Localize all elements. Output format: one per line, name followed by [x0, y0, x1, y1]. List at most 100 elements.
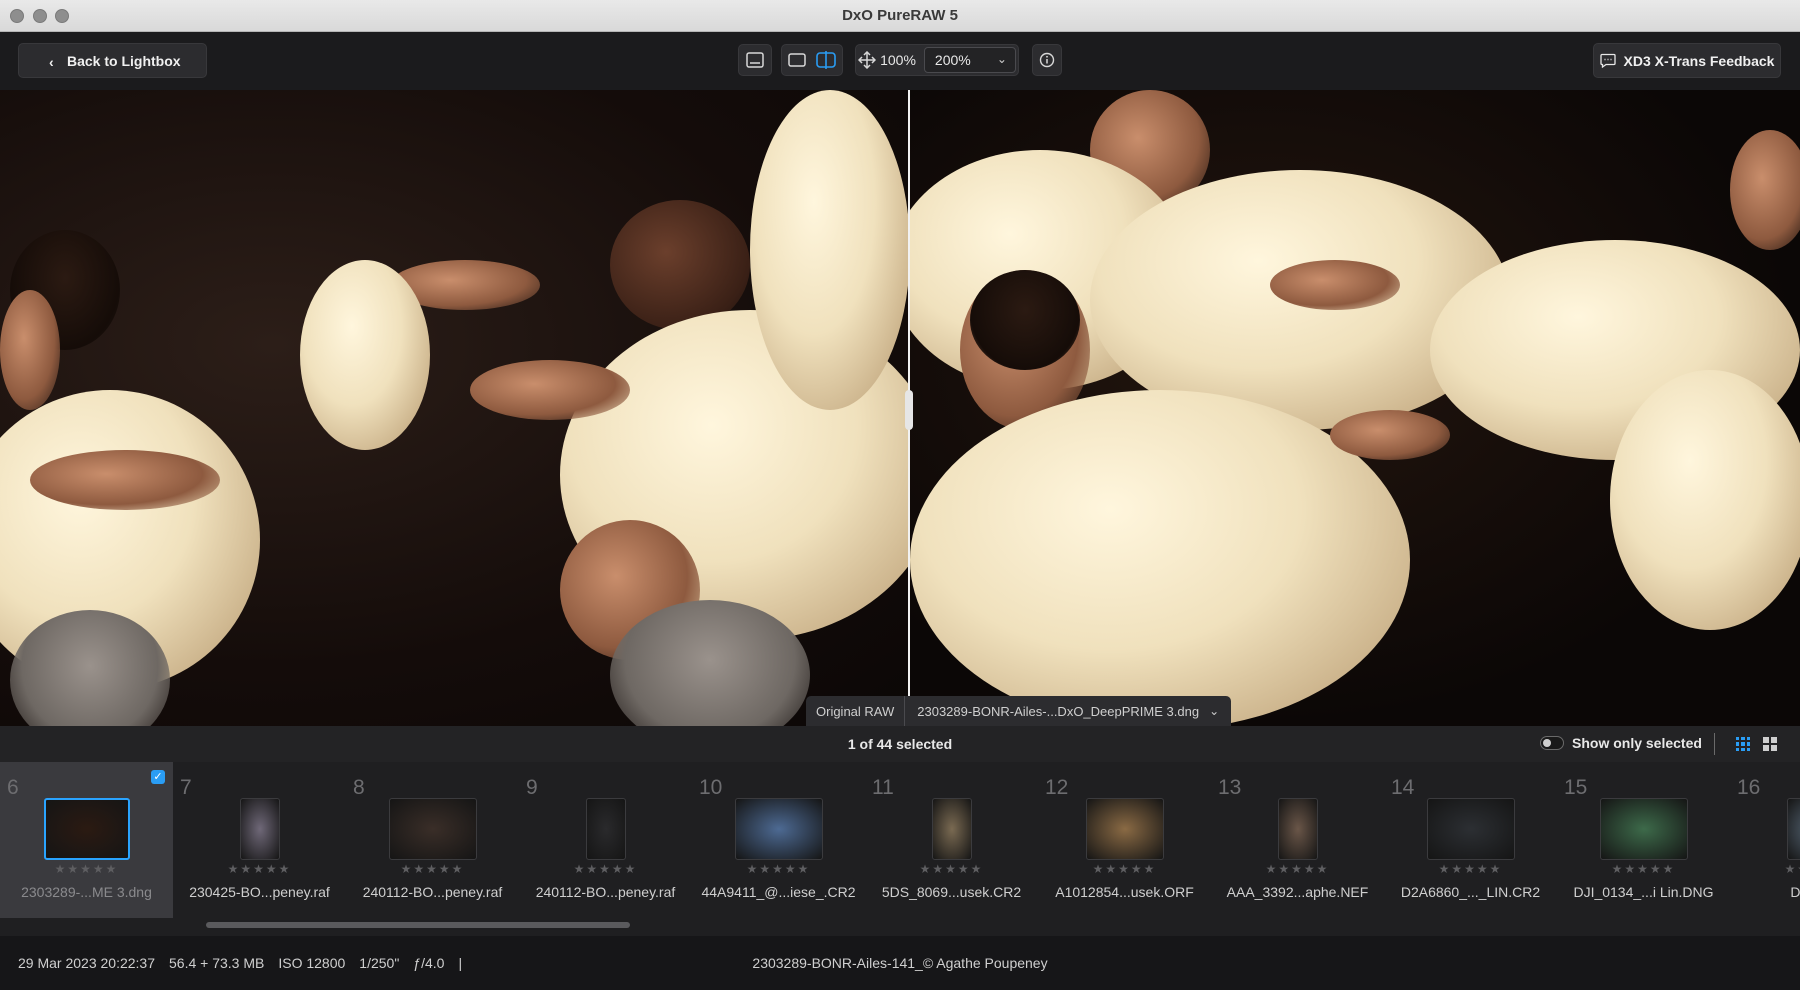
filmstrip-item[interactable]: 7 ★★★★★ 230425-BO...peney.raf [173, 762, 346, 918]
thumbnail[interactable] [239, 798, 280, 860]
chevron-left-icon: ‹ [49, 54, 54, 70]
split-view-icon[interactable] [816, 51, 836, 69]
toggle-switch[interactable] [1540, 736, 1564, 750]
thumbnail[interactable] [734, 798, 823, 860]
filmstrip-item[interactable]: 6 ✓ ★★★★★ 2303289-...ME 3.dng [0, 762, 173, 918]
filmstrip-item[interactable]: 8 ★★★★★ 240112-BO...peney.raf [346, 762, 519, 918]
thumbnail[interactable] [1599, 798, 1688, 860]
file-name: D2A6860_..._LIN.CR2 [1400, 884, 1541, 900]
split-divider-handle[interactable] [905, 390, 913, 430]
processed-file-select[interactable]: 2303289-BONR-Ailes-...DxO_DeepPRIME 3.dn… [905, 696, 1231, 726]
pan-move-icon[interactable] [858, 51, 877, 69]
item-index: 13 [1218, 776, 1242, 799]
feedback-label: XD3 X-Trans Feedback [1623, 52, 1775, 69]
thumbnail[interactable] [1786, 798, 1800, 860]
thumbnail[interactable] [931, 798, 972, 860]
star-rating[interactable]: ★★★★★ [692, 862, 865, 876]
panel-bottom-icon [746, 52, 764, 68]
zoom-level-select[interactable]: 200% ⌄ [923, 47, 1016, 73]
filmstrip-item[interactable]: 13 ★★★★★ AAA_3392...aphe.NEF [1211, 762, 1384, 918]
thumbnail[interactable] [1085, 798, 1164, 860]
small-grid-view-icon[interactable] [1736, 737, 1750, 751]
filmstrip-item[interactable]: 10 ★★★★★ 44A9411_@...iese_.CR2 [692, 762, 865, 918]
title-bar: DxO PureRAW 5 [0, 0, 1800, 32]
filmstrip-header: 1 of 44 selected Show only selected [0, 726, 1800, 762]
deepprime-preview [910, 90, 1800, 726]
filmstrip-item[interactable]: 16 ★★★★★ DJI_027 [1730, 762, 1800, 918]
status-bar: 29 Mar 2023 20:22:37 56.4 + 73.3 MB ISO … [0, 936, 1800, 990]
item-index: 7 [180, 776, 192, 799]
filmstrip-item[interactable]: 14 ★★★★★ D2A6860_..._LIN.CR2 [1384, 762, 1557, 918]
star-rating[interactable]: ★★★★★ [173, 862, 346, 876]
compare-bar: Original RAW 2303289-BONR-Ailes-...DxO_D… [806, 696, 1232, 726]
current-file-name: 2303289-BONR-Ailes-141_© Agathe Poupeney [752, 955, 1048, 971]
file-name: AAA_3392...aphe.NEF [1226, 884, 1369, 900]
file-name: DJI_027 [1790, 884, 1800, 900]
item-index: 8 [353, 776, 365, 799]
thumbnail[interactable] [585, 798, 626, 860]
thumbnail[interactable] [388, 798, 477, 860]
scrollbar-thumb[interactable] [206, 922, 630, 928]
divider [1714, 733, 1715, 755]
file-name: 240112-BO...peney.raf [535, 884, 676, 900]
filmstrip-item[interactable]: 12 ★★★★★ A1012854...usek.ORF [1038, 762, 1211, 918]
chevron-down-icon: ⌄ [996, 52, 1007, 66]
item-index: 10 [699, 776, 723, 799]
filmstrip: 6 ✓ ★★★★★ 2303289-...ME 3.dng 7 ★★★★★ 230425-B… [0, 762, 1800, 918]
item-index: 9 [526, 776, 538, 799]
thumbnail[interactable] [43, 798, 130, 860]
star-rating[interactable]: ★★★★★ [1384, 862, 1557, 876]
zoom-level-value: 200% [934, 52, 971, 68]
image-viewer[interactable]: Original RAW 2303289-BONR-Ailes-...DxO_D… [0, 90, 1800, 726]
single-view-icon[interactable] [788, 52, 806, 68]
original-raw-preview [0, 90, 908, 726]
filmstrip-item[interactable]: 11 ★★★★★ 5DS_8069...usek.CR2 [865, 762, 1038, 918]
thumbnail[interactable] [1277, 798, 1318, 860]
file-name: DJI_0134_...i Lin.DNG [1573, 884, 1714, 900]
item-index: 14 [1391, 776, 1415, 799]
show-only-selected-label: Show only selected [1572, 735, 1702, 751]
chat-bubble-icon [1599, 53, 1616, 68]
zoom-fit-button[interactable]: 100% [880, 52, 916, 68]
show-only-selected-toggle[interactable]: Show only selected [1540, 735, 1702, 751]
back-to-lightbox-label: Back to Lightbox [67, 52, 181, 69]
star-rating[interactable]: ★★★★★ [346, 862, 519, 876]
file-name: 240112-BO...peney.raf [362, 884, 503, 900]
star-rating[interactable]: ★★★★★ [1211, 862, 1384, 876]
star-rating[interactable]: ★★★★★ [1730, 862, 1800, 876]
item-index: 6 [7, 776, 19, 799]
info-button[interactable] [1032, 44, 1062, 76]
view-mode-group [781, 44, 843, 76]
item-index: 16 [1737, 776, 1761, 799]
feedback-button[interactable]: XD3 X-Trans Feedback [1593, 43, 1781, 78]
star-rating[interactable]: ★★★★★ [1038, 862, 1211, 876]
filmstrip-item[interactable]: 15 ★★★★★ DJI_0134_...i Lin.DNG [1557, 762, 1730, 918]
processed-file-name: 2303289-BONR-Ailes-...DxO_DeepPRIME 3.dn… [917, 703, 1200, 719]
original-raw-label: Original RAW [806, 696, 906, 726]
star-rating[interactable]: ★★★★★ [1557, 862, 1730, 876]
filmstrip-scrollbar[interactable] [0, 918, 1800, 936]
back-to-lightbox-button[interactable]: ‹ Back to Lightbox [18, 43, 207, 78]
item-index: 12 [1045, 776, 1069, 799]
star-rating[interactable]: ★★★★★ [865, 862, 1038, 876]
checkbox-checked-icon[interactable]: ✓ [151, 770, 165, 784]
file-name: 2303289-...ME 3.dng [21, 884, 152, 900]
info-icon [1039, 52, 1055, 68]
filmstrip-item[interactable]: 9 ★★★★★ 240112-BO...peney.raf [519, 762, 692, 918]
filmstrip-toggle-button[interactable] [738, 44, 772, 76]
file-name: 5DS_8069...usek.CR2 [881, 884, 1022, 900]
star-rating[interactable]: ★★★★★ [0, 862, 173, 876]
file-name: 44A9411_@...iese_.CR2 [701, 884, 856, 900]
large-grid-view-icon[interactable] [1763, 737, 1777, 751]
toolbar: ‹ Back to Lightbox 100% 200% ⌄ XD3 X-Tra… [0, 32, 1800, 90]
zoom-group: 100% 200% ⌄ [855, 44, 1019, 76]
thumbnail[interactable] [1426, 798, 1515, 860]
selection-count: 1 of 44 selected [847, 736, 953, 752]
file-name: A1012854...usek.ORF [1055, 884, 1194, 900]
item-index: 15 [1564, 776, 1588, 799]
chevron-down-icon: ⌄ [1209, 704, 1220, 718]
star-rating[interactable]: ★★★★★ [519, 862, 692, 876]
item-index: 11 [872, 776, 894, 799]
window-title: DxO PureRAW 5 [842, 7, 958, 24]
file-name: 230425-BO...peney.raf [189, 884, 330, 900]
